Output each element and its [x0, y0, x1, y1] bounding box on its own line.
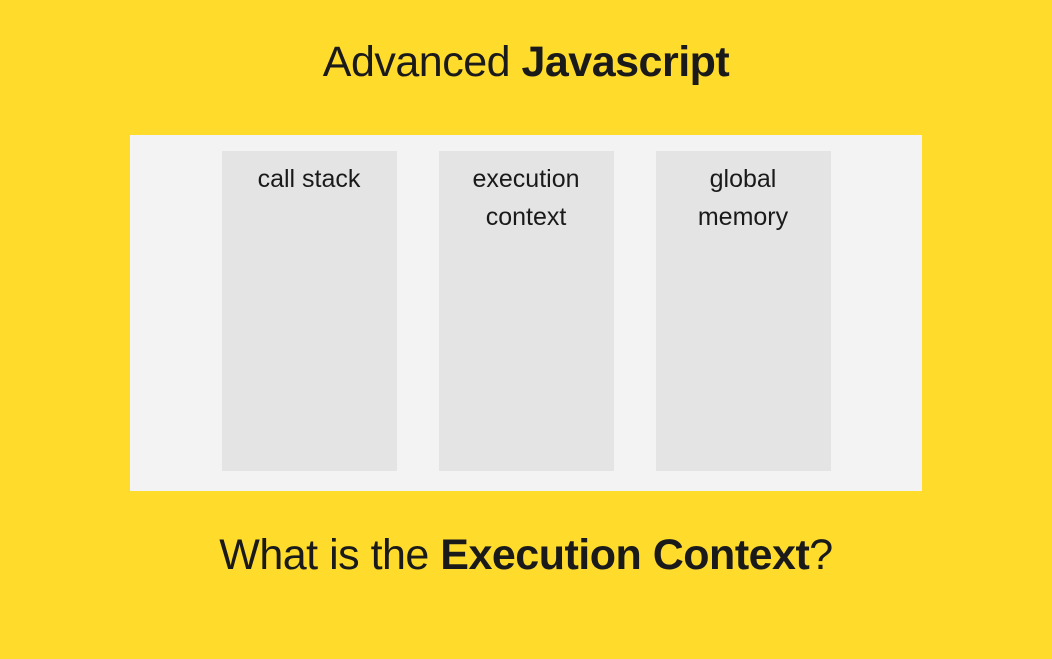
subtitle-bold: Execution Context: [440, 531, 809, 579]
column-label: execution context: [439, 161, 614, 236]
title-bold: Javascript: [521, 38, 729, 86]
subtitle-suffix: ?: [809, 531, 832, 579]
column-call-stack: call stack: [222, 151, 397, 471]
subtitle-prefix: What is the: [219, 531, 440, 579]
page-title: Advanced Javascript: [323, 38, 729, 87]
column-label: call stack: [222, 161, 397, 199]
column-global-memory: global memory: [656, 151, 831, 471]
page-subtitle: What is the Execution Context?: [219, 531, 832, 580]
column-label: global memory: [656, 161, 831, 236]
column-execution-context: execution context: [439, 151, 614, 471]
diagram-container: call stack execution context global memo…: [130, 135, 922, 491]
title-prefix: Advanced: [323, 38, 522, 86]
